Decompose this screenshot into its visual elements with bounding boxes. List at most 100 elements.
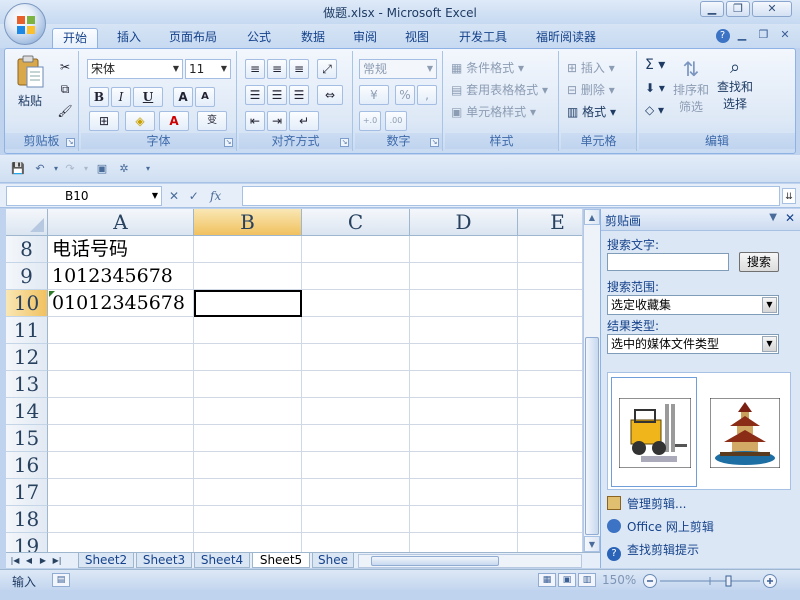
cell-c19[interactable] — [302, 533, 410, 552]
cell-e8[interactable] — [518, 236, 582, 263]
align-right-icon[interactable]: ☰ — [289, 85, 309, 105]
cell-a18[interactable] — [48, 506, 194, 533]
row-header[interactable]: 16 — [6, 452, 48, 479]
wb-close-icon[interactable]: ✕ — [776, 28, 794, 41]
cell-c15[interactable] — [302, 425, 410, 452]
cell-d14[interactable] — [410, 398, 518, 425]
prev-sheet-icon[interactable]: ◀ — [22, 554, 36, 568]
search-button[interactable]: 搜索 — [739, 252, 779, 272]
redo-dropdown-icon[interactable]: ▾ — [78, 161, 94, 177]
cell-a17[interactable] — [48, 479, 194, 506]
decrease-indent-icon[interactable]: ⇤ — [245, 111, 265, 131]
worksheet-grid[interactable]: A B C D E 8 9 10 11 12 13 14 15 16 17 18… — [6, 209, 582, 552]
cell-d13[interactable] — [410, 371, 518, 398]
grow-font-button[interactable]: A — [173, 87, 193, 107]
zoom-slider[interactable] — [642, 573, 780, 589]
cell-b13[interactable] — [194, 371, 302, 398]
search-input[interactable] — [607, 253, 729, 271]
insert-function-icon[interactable]: fx — [206, 187, 226, 205]
cell-d11[interactable] — [410, 317, 518, 344]
format-cells-button[interactable]: ▥ 格式 ▾ — [567, 103, 616, 120]
pane-options-icon[interactable]: ▼ — [769, 212, 777, 223]
tab-insert[interactable]: 插入 — [108, 28, 150, 48]
row-header[interactable]: 9 — [6, 263, 48, 290]
fill-color-icon[interactable]: ◈ — [125, 111, 155, 131]
clip-tips-link[interactable]: ? 查找剪辑提示 — [607, 541, 699, 561]
row-header[interactable]: 11 — [6, 317, 48, 344]
fill-icon[interactable]: ⬇ ▾ — [645, 81, 665, 95]
orientation-icon[interactable]: ⤢ — [317, 59, 337, 79]
alignment-launcher-icon[interactable]: ↘ — [340, 138, 349, 147]
minimize-button[interactable]: ▁ — [700, 1, 724, 17]
organize-clips-link[interactable]: 管理剪辑... — [607, 495, 686, 512]
tab-data[interactable]: 数据 — [290, 28, 336, 48]
tools-icon[interactable]: ✲ — [116, 161, 132, 177]
copy-icon[interactable]: ⧉ — [55, 79, 75, 99]
cell-a16[interactable] — [48, 452, 194, 479]
close-button[interactable]: ✕ — [752, 1, 792, 17]
underline-button[interactable]: U — [133, 87, 163, 107]
wrap-text-icon[interactable]: ↵ — [289, 111, 319, 131]
cell-e9[interactable] — [518, 263, 582, 290]
number-format-select[interactable]: 常规 ▼ — [359, 59, 437, 79]
insert-cells-button[interactable]: ⊞ 插入 ▾ — [567, 59, 615, 76]
cell-b10[interactable] — [194, 290, 302, 317]
font-color-icon[interactable]: A — [159, 111, 189, 131]
cell-c13[interactable] — [302, 371, 410, 398]
scroll-up-icon[interactable]: ▲ — [584, 209, 600, 225]
row-header[interactable]: 15 — [6, 425, 48, 452]
cell-b19[interactable] — [194, 533, 302, 552]
format-painter-icon[interactable]: 🖌 — [55, 101, 75, 121]
cell-e19[interactable] — [518, 533, 582, 552]
cell-d9[interactable] — [410, 263, 518, 290]
tab-home[interactable]: 开始 — [52, 28, 98, 48]
clip-result-item[interactable] — [701, 377, 787, 487]
sheet-tab-active[interactable]: Sheet5 — [252, 553, 310, 568]
vertical-scrollbar[interactable]: ▲ ▼ — [583, 209, 600, 552]
restore-button[interactable]: ❐ — [726, 1, 750, 17]
help-icon[interactable]: ? — [715, 29, 730, 43]
cell-a12[interactable] — [48, 344, 194, 371]
vertical-scroll-thumb[interactable] — [585, 337, 599, 535]
cell-d15[interactable] — [410, 425, 518, 452]
tab-developer[interactable]: 开发工具 — [450, 28, 516, 48]
phonetic-icon[interactable]: 变 — [197, 111, 227, 131]
cell-c10[interactable] — [302, 290, 410, 317]
font-size-select[interactable]: 11 ▼ — [185, 59, 231, 79]
cell-a8[interactable]: 电话号码 — [48, 236, 194, 263]
autosum-button[interactable]: Σ ▾ — [645, 57, 665, 73]
expand-formula-bar-icon[interactable]: ⇊ — [782, 188, 796, 204]
merge-center-icon[interactable]: ⇔ — [317, 85, 343, 105]
decrease-decimal-icon[interactable]: .00 — [385, 111, 407, 131]
cell-b18[interactable] — [194, 506, 302, 533]
row-header[interactable]: 14 — [6, 398, 48, 425]
align-center-icon[interactable]: ☰ — [267, 85, 287, 105]
find-select-button[interactable]: ⌕ 查找和 选择 — [715, 57, 755, 112]
cell-a11[interactable] — [48, 317, 194, 344]
wb-restore-icon[interactable]: ❐ — [755, 28, 773, 41]
tab-review[interactable]: 审阅 — [342, 28, 388, 48]
cell-c16[interactable] — [302, 452, 410, 479]
select-all-corner[interactable] — [6, 209, 48, 236]
cell-styles-button[interactable]: ▣ 单元格样式 ▾ — [451, 103, 536, 120]
row-header[interactable]: 19 — [6, 533, 48, 552]
clipboard-launcher-icon[interactable]: ↘ — [66, 138, 75, 147]
cell-b9[interactable] — [194, 263, 302, 290]
office-button[interactable] — [4, 3, 46, 45]
tab-view[interactable]: 视图 — [394, 28, 440, 48]
comma-button[interactable]: , — [417, 85, 437, 105]
name-box[interactable]: B10 ▼ — [6, 186, 162, 206]
clip-result-item[interactable] — [611, 377, 697, 487]
normal-view-icon[interactable]: ▦ — [538, 573, 556, 587]
align-middle-icon[interactable]: ≡ — [267, 59, 287, 79]
increase-decimal-icon[interactable]: +.0 — [359, 111, 381, 131]
font-name-select[interactable]: 宋体 ▼ — [87, 59, 183, 79]
customize-qat-icon[interactable]: ▾ — [140, 161, 156, 177]
office-online-link[interactable]: Office 网上剪辑 — [607, 518, 714, 535]
undo-icon[interactable]: ↶ — [32, 161, 48, 177]
row-header[interactable]: 10 — [6, 290, 48, 317]
row-header[interactable]: 17 — [6, 479, 48, 506]
font-launcher-icon[interactable]: ↘ — [224, 138, 233, 147]
align-left-icon[interactable]: ☰ — [245, 85, 265, 105]
cell-e11[interactable] — [518, 317, 582, 344]
